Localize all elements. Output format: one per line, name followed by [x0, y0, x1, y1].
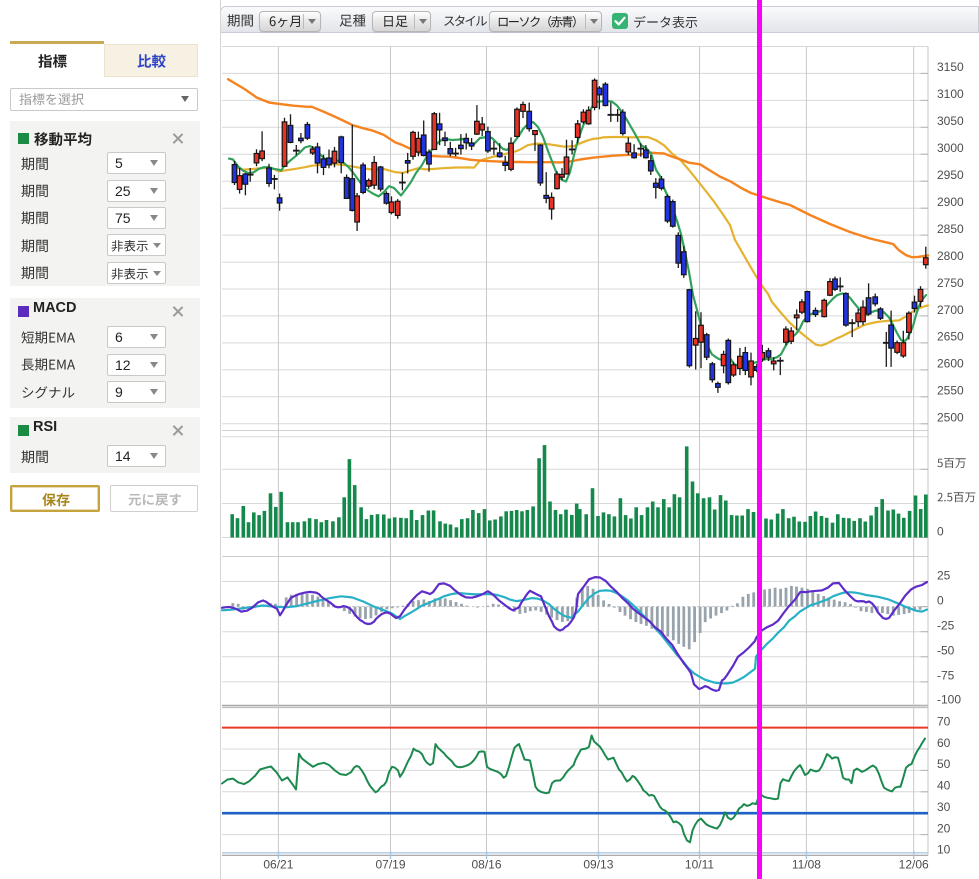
svg-text:30: 30	[937, 800, 951, 814]
svg-text:09/13: 09/13	[583, 858, 613, 872]
svg-text:-50: -50	[937, 644, 955, 658]
svg-text:10/11: 10/11	[685, 858, 714, 872]
svg-text:20: 20	[937, 821, 951, 835]
svg-text:06/21: 06/21	[263, 858, 293, 872]
svg-text:0: 0	[937, 524, 944, 538]
svg-text:2750: 2750	[937, 276, 964, 290]
svg-text:2600: 2600	[937, 357, 964, 371]
svg-text:12/06: 12/06	[899, 858, 929, 872]
svg-text:-75: -75	[937, 669, 955, 683]
svg-text:2500: 2500	[937, 411, 964, 425]
svg-text:60: 60	[937, 736, 951, 750]
svg-text:0: 0	[937, 593, 944, 607]
svg-text:2850: 2850	[937, 222, 964, 236]
svg-text:11/08: 11/08	[792, 858, 821, 872]
svg-text:2700: 2700	[937, 303, 964, 317]
svg-text:3100: 3100	[937, 87, 964, 101]
svg-text:2550: 2550	[937, 384, 964, 398]
svg-text:3150: 3150	[937, 60, 964, 74]
svg-text:2650: 2650	[937, 330, 964, 344]
svg-text:3000: 3000	[937, 141, 964, 155]
svg-text:2950: 2950	[937, 168, 964, 182]
svg-text:25: 25	[937, 568, 951, 582]
svg-text:2900: 2900	[937, 195, 964, 209]
svg-text:-100: -100	[937, 692, 961, 706]
svg-text:-25: -25	[937, 619, 955, 633]
svg-text:40: 40	[937, 779, 951, 793]
svg-text:50: 50	[937, 757, 951, 771]
svg-text:07/19: 07/19	[375, 858, 405, 872]
svg-text:3050: 3050	[937, 114, 964, 128]
svg-text:10: 10	[937, 843, 951, 857]
svg-text:70: 70	[937, 714, 951, 728]
svg-text:08/16: 08/16	[471, 858, 501, 872]
svg-text:2800: 2800	[937, 249, 964, 263]
